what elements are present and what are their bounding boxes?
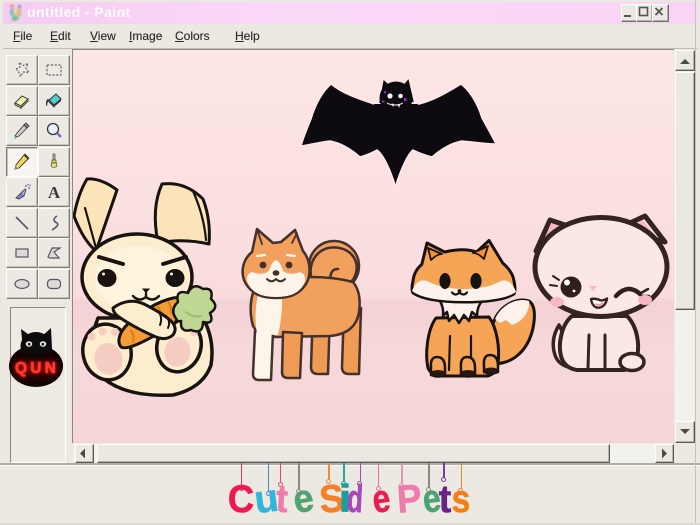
- svg-text:QUN: QUN: [15, 360, 59, 377]
- svg-text:A: A: [48, 183, 61, 202]
